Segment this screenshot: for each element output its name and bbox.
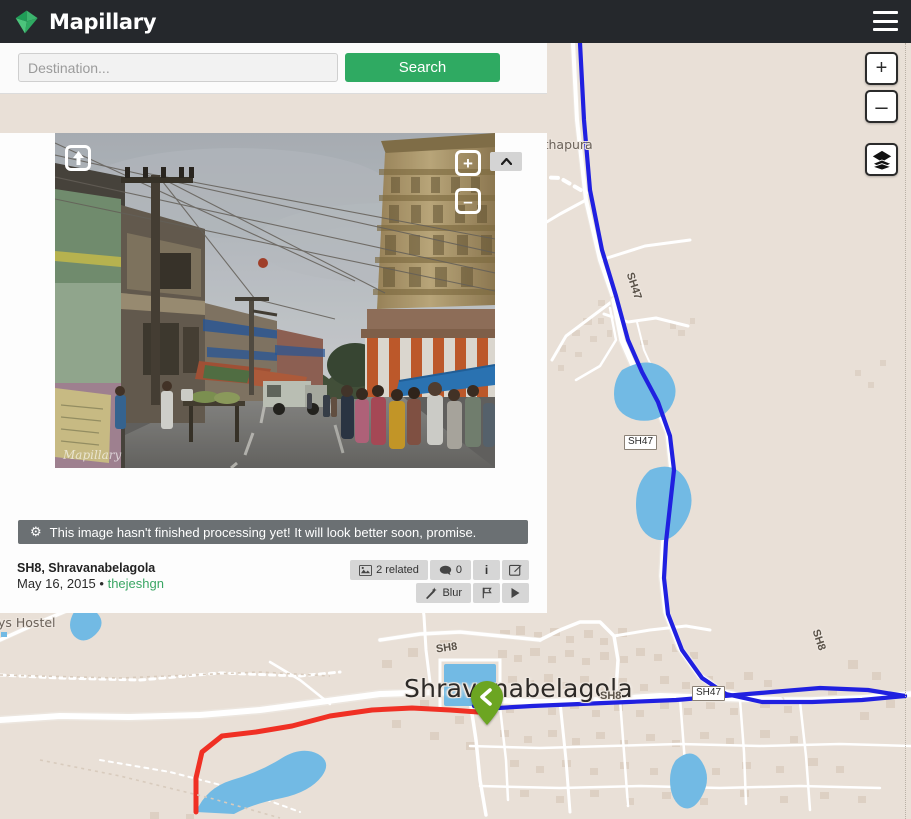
panel-body: + – Mapillary ⚙ This image hasn't finish… xyxy=(0,133,547,613)
image-icon xyxy=(359,564,372,576)
panel-collapse-button[interactable] xyxy=(490,152,522,171)
comment-icon xyxy=(439,565,452,575)
mapillary-watermark: Mapillary xyxy=(63,448,122,462)
comments-button[interactable]: 0 xyxy=(429,560,471,580)
mapillary-arrow-logo-icon xyxy=(15,10,38,34)
report-button[interactable] xyxy=(473,583,500,603)
info-button[interactable]: i xyxy=(473,560,500,580)
search-button[interactable]: Search xyxy=(345,53,500,82)
brand-logo[interactable]: Mapillary xyxy=(14,8,157,35)
edit-button[interactable] xyxy=(502,560,529,580)
comments-count: 0 xyxy=(455,563,462,576)
photo-compass-button[interactable] xyxy=(65,145,91,171)
road-label-sh8-center: SH8 xyxy=(600,690,622,702)
photo-author-link[interactable]: thejeshgn xyxy=(108,576,164,591)
edit-square-icon xyxy=(509,564,522,576)
photo-action-row-top: 2 related 0 i xyxy=(350,560,529,580)
gear-icon: ⚙ xyxy=(30,524,42,539)
processing-notice-text: This image hasn't finished processing ye… xyxy=(49,524,477,540)
minus-icon: – xyxy=(463,191,473,211)
blur-button[interactable]: Blur xyxy=(416,583,471,603)
road-shield-sh47-east: SH47 xyxy=(692,686,726,701)
map-zoom-out-button[interactable]: – xyxy=(865,90,898,123)
photo-date-author: May 16, 2015 • thejeshgn xyxy=(17,576,164,592)
top-navigation-bar: Mapillary xyxy=(0,0,911,43)
road-shield-sh47-north: SH47 xyxy=(624,435,658,450)
photo-date: May 16, 2015 xyxy=(17,576,96,591)
mapillary-app: nathapura ys Hostel Shravanabelagola SH4… xyxy=(0,0,911,819)
photo-meta-text: SH8, Shravanabelagola May 16, 2015 • the… xyxy=(17,560,164,603)
photo-detail-panel: Search xyxy=(0,43,547,613)
street-photo-viewer[interactable]: + – Mapillary xyxy=(55,133,495,468)
layers-icon xyxy=(870,150,893,171)
blur-label: Blur xyxy=(442,586,462,599)
photo-zoom-in-button[interactable]: + xyxy=(455,150,481,176)
street-photo-image xyxy=(55,133,495,468)
photo-zoom-out-button[interactable]: – xyxy=(455,188,481,214)
play-sequence-button[interactable] xyxy=(502,583,529,603)
photo-action-row-bottom: Blur xyxy=(416,583,529,603)
map-layers-button[interactable] xyxy=(865,143,898,176)
flag-icon xyxy=(482,587,492,599)
related-images-button[interactable]: 2 related xyxy=(350,560,428,580)
arrow-up-icon xyxy=(72,151,84,165)
photo-location-marker[interactable] xyxy=(471,681,503,725)
photo-meta-row: SH8, Shravanabelagola May 16, 2015 • the… xyxy=(17,560,529,603)
play-icon xyxy=(511,588,520,598)
map-zoom-in-button[interactable]: + xyxy=(865,52,898,85)
map-scrollbar[interactable] xyxy=(905,43,911,819)
wand-icon xyxy=(426,587,438,599)
plus-icon: + xyxy=(463,153,473,173)
related-images-label: 2 related xyxy=(376,563,419,576)
photo-title: SH8, Shravanabelagola xyxy=(17,561,156,575)
info-icon: i xyxy=(484,563,489,577)
plus-icon: + xyxy=(875,57,888,79)
meta-separator: • xyxy=(99,576,104,591)
brand-name: Mapillary xyxy=(49,9,157,34)
processing-notice: ⚙ This image hasn't finished processing … xyxy=(18,520,528,544)
search-bar: Search xyxy=(0,43,547,94)
photo-action-buttons: 2 related 0 i Blur xyxy=(350,560,529,603)
search-input[interactable] xyxy=(18,53,338,82)
hamburger-menu-icon[interactable] xyxy=(873,11,898,31)
chevron-up-icon xyxy=(500,158,512,165)
minus-icon: – xyxy=(875,93,888,119)
